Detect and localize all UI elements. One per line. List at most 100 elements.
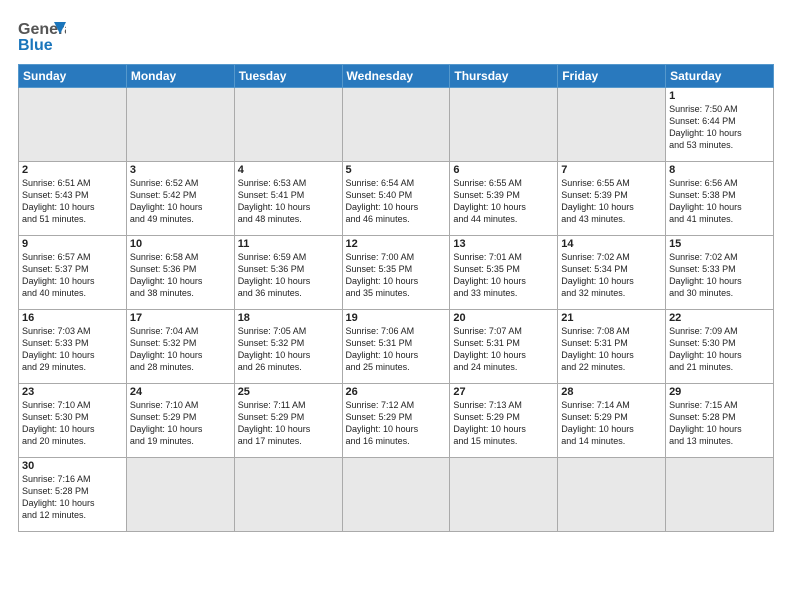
day-info: Sunrise: 7:06 AM Sunset: 5:31 PM Dayligh… [346,325,447,374]
day-info: Sunrise: 7:50 AM Sunset: 6:44 PM Dayligh… [669,103,770,152]
calendar-cell [450,458,558,532]
day-number: 6 [453,164,554,176]
calendar-cell: 24Sunrise: 7:10 AM Sunset: 5:29 PM Dayli… [126,384,234,458]
day-number: 5 [346,164,447,176]
weekday-header: Saturday [666,65,774,88]
calendar-week-row: 1Sunrise: 7:50 AM Sunset: 6:44 PM Daylig… [19,88,774,162]
weekday-header: Thursday [450,65,558,88]
day-number: 4 [238,164,339,176]
day-number: 3 [130,164,231,176]
day-number: 15 [669,238,770,250]
calendar-cell: 29Sunrise: 7:15 AM Sunset: 5:28 PM Dayli… [666,384,774,458]
day-number: 2 [22,164,123,176]
day-info: Sunrise: 7:02 AM Sunset: 5:34 PM Dayligh… [561,251,662,300]
day-number: 1 [669,90,770,102]
day-info: Sunrise: 7:07 AM Sunset: 5:31 PM Dayligh… [453,325,554,374]
calendar-cell: 16Sunrise: 7:03 AM Sunset: 5:33 PM Dayli… [19,310,127,384]
calendar-cell: 25Sunrise: 7:11 AM Sunset: 5:29 PM Dayli… [234,384,342,458]
calendar-header-row: SundayMondayTuesdayWednesdayThursdayFrid… [19,65,774,88]
calendar-cell: 26Sunrise: 7:12 AM Sunset: 5:29 PM Dayli… [342,384,450,458]
day-info: Sunrise: 7:03 AM Sunset: 5:33 PM Dayligh… [22,325,123,374]
day-number: 12 [346,238,447,250]
calendar-week-row: 9Sunrise: 6:57 AM Sunset: 5:37 PM Daylig… [19,236,774,310]
calendar-cell [234,458,342,532]
calendar-week-row: 16Sunrise: 7:03 AM Sunset: 5:33 PM Dayli… [19,310,774,384]
day-number: 29 [669,386,770,398]
calendar-cell [342,458,450,532]
calendar-cell [342,88,450,162]
day-number: 14 [561,238,662,250]
calendar-cell: 8Sunrise: 6:56 AM Sunset: 5:38 PM Daylig… [666,162,774,236]
calendar-cell: 13Sunrise: 7:01 AM Sunset: 5:35 PM Dayli… [450,236,558,310]
calendar-cell: 22Sunrise: 7:09 AM Sunset: 5:30 PM Dayli… [666,310,774,384]
day-number: 30 [22,460,123,472]
day-info: Sunrise: 7:16 AM Sunset: 5:28 PM Dayligh… [22,473,123,522]
calendar-cell: 20Sunrise: 7:07 AM Sunset: 5:31 PM Dayli… [450,310,558,384]
day-number: 28 [561,386,662,398]
day-number: 22 [669,312,770,324]
day-info: Sunrise: 7:01 AM Sunset: 5:35 PM Dayligh… [453,251,554,300]
day-number: 11 [238,238,339,250]
calendar-cell [666,458,774,532]
day-number: 18 [238,312,339,324]
day-info: Sunrise: 6:52 AM Sunset: 5:42 PM Dayligh… [130,177,231,226]
day-info: Sunrise: 7:15 AM Sunset: 5:28 PM Dayligh… [669,399,770,448]
calendar-cell: 3Sunrise: 6:52 AM Sunset: 5:42 PM Daylig… [126,162,234,236]
day-number: 24 [130,386,231,398]
header: General Blue [18,16,774,56]
day-info: Sunrise: 7:05 AM Sunset: 5:32 PM Dayligh… [238,325,339,374]
calendar-cell: 9Sunrise: 6:57 AM Sunset: 5:37 PM Daylig… [19,236,127,310]
calendar-cell [558,458,666,532]
day-info: Sunrise: 6:56 AM Sunset: 5:38 PM Dayligh… [669,177,770,226]
calendar-cell [558,88,666,162]
day-info: Sunrise: 7:14 AM Sunset: 5:29 PM Dayligh… [561,399,662,448]
calendar-cell: 30Sunrise: 7:16 AM Sunset: 5:28 PM Dayli… [19,458,127,532]
weekday-header: Wednesday [342,65,450,88]
calendar-cell [126,458,234,532]
calendar-cell: 10Sunrise: 6:58 AM Sunset: 5:36 PM Dayli… [126,236,234,310]
day-number: 7 [561,164,662,176]
weekday-header: Monday [126,65,234,88]
calendar-cell: 6Sunrise: 6:55 AM Sunset: 5:39 PM Daylig… [450,162,558,236]
weekday-header: Sunday [19,65,127,88]
logo-area: General Blue [18,16,66,56]
weekday-header: Tuesday [234,65,342,88]
calendar-cell [19,88,127,162]
logo-wrapper: General Blue [18,16,66,56]
day-number: 23 [22,386,123,398]
day-info: Sunrise: 6:54 AM Sunset: 5:40 PM Dayligh… [346,177,447,226]
day-number: 20 [453,312,554,324]
calendar-week-row: 23Sunrise: 7:10 AM Sunset: 5:30 PM Dayli… [19,384,774,458]
day-info: Sunrise: 7:11 AM Sunset: 5:29 PM Dayligh… [238,399,339,448]
day-info: Sunrise: 7:04 AM Sunset: 5:32 PM Dayligh… [130,325,231,374]
calendar-cell [450,88,558,162]
calendar-cell [234,88,342,162]
day-info: Sunrise: 6:58 AM Sunset: 5:36 PM Dayligh… [130,251,231,300]
day-info: Sunrise: 6:57 AM Sunset: 5:37 PM Dayligh… [22,251,123,300]
day-number: 13 [453,238,554,250]
calendar-cell: 23Sunrise: 7:10 AM Sunset: 5:30 PM Dayli… [19,384,127,458]
day-info: Sunrise: 7:00 AM Sunset: 5:35 PM Dayligh… [346,251,447,300]
day-info: Sunrise: 7:08 AM Sunset: 5:31 PM Dayligh… [561,325,662,374]
calendar-cell: 11Sunrise: 6:59 AM Sunset: 5:36 PM Dayli… [234,236,342,310]
calendar-cell: 5Sunrise: 6:54 AM Sunset: 5:40 PM Daylig… [342,162,450,236]
weekday-header: Friday [558,65,666,88]
page: General Blue SundayMondayTuesdayWednesda… [0,0,792,612]
calendar-cell: 7Sunrise: 6:55 AM Sunset: 5:39 PM Daylig… [558,162,666,236]
day-info: Sunrise: 6:53 AM Sunset: 5:41 PM Dayligh… [238,177,339,226]
calendar-cell: 12Sunrise: 7:00 AM Sunset: 5:35 PM Dayli… [342,236,450,310]
calendar-cell: 17Sunrise: 7:04 AM Sunset: 5:32 PM Dayli… [126,310,234,384]
day-number: 9 [22,238,123,250]
calendar-table: SundayMondayTuesdayWednesdayThursdayFrid… [18,64,774,532]
calendar-cell [126,88,234,162]
day-info: Sunrise: 6:51 AM Sunset: 5:43 PM Dayligh… [22,177,123,226]
day-info: Sunrise: 7:02 AM Sunset: 5:33 PM Dayligh… [669,251,770,300]
calendar-cell: 4Sunrise: 6:53 AM Sunset: 5:41 PM Daylig… [234,162,342,236]
day-info: Sunrise: 6:55 AM Sunset: 5:39 PM Dayligh… [453,177,554,226]
calendar-cell: 14Sunrise: 7:02 AM Sunset: 5:34 PM Dayli… [558,236,666,310]
calendar-cell: 1Sunrise: 7:50 AM Sunset: 6:44 PM Daylig… [666,88,774,162]
day-number: 19 [346,312,447,324]
calendar-cell: 2Sunrise: 6:51 AM Sunset: 5:43 PM Daylig… [19,162,127,236]
calendar-week-row: 2Sunrise: 6:51 AM Sunset: 5:43 PM Daylig… [19,162,774,236]
day-number: 10 [130,238,231,250]
